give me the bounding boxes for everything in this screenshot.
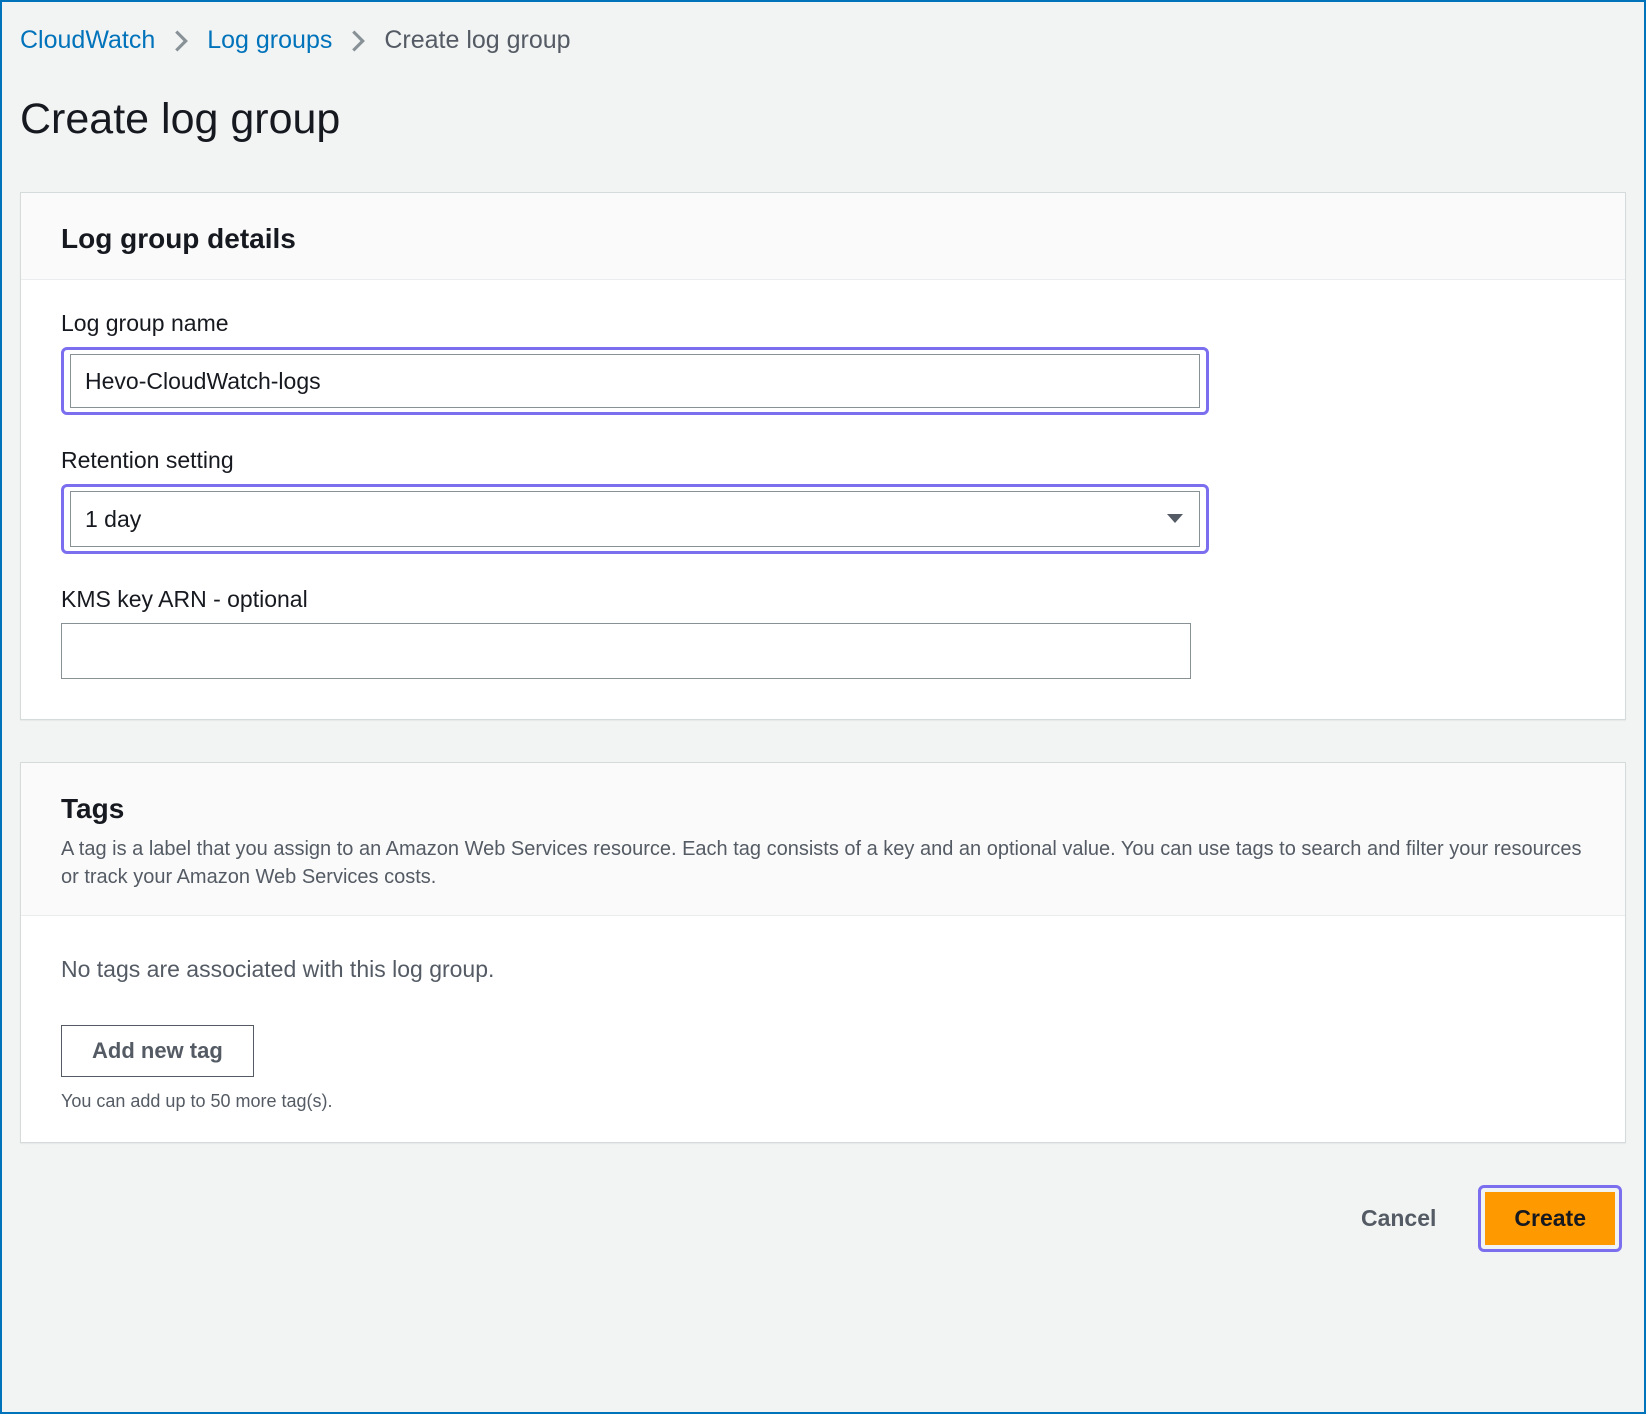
page-title: Create log group	[20, 95, 1626, 144]
kms-key-input[interactable]	[61, 623, 1191, 679]
panel-header: Tags A tag is a label that you assign to…	[21, 763, 1625, 916]
highlight-box: 1 day	[61, 484, 1209, 554]
log-group-name-input[interactable]	[70, 354, 1200, 408]
tags-panel: Tags A tag is a label that you assign to…	[20, 762, 1626, 1143]
cancel-button[interactable]: Cancel	[1343, 1191, 1454, 1246]
log-group-name-label: Log group name	[61, 310, 1585, 337]
details-heading: Log group details	[61, 223, 1585, 255]
create-button[interactable]: Create	[1485, 1192, 1615, 1245]
retention-label: Retention setting	[61, 447, 1585, 474]
retention-select[interactable]: 1 day	[70, 491, 1200, 547]
footer-actions: Cancel Create	[20, 1185, 1626, 1252]
chevron-right-icon	[350, 30, 366, 52]
log-group-details-panel: Log group details Log group name Retenti…	[20, 192, 1626, 720]
chevron-right-icon	[173, 30, 189, 52]
breadcrumb-current: Create log group	[384, 26, 570, 55]
breadcrumb: CloudWatch Log groups Create log group	[20, 26, 1626, 55]
tags-description: A tag is a label that you assign to an A…	[61, 835, 1585, 891]
caret-down-icon	[1165, 512, 1185, 526]
breadcrumb-link-cloudwatch[interactable]: CloudWatch	[20, 26, 155, 55]
add-new-tag-button[interactable]: Add new tag	[61, 1025, 254, 1077]
tags-limit-text: You can add up to 50 more tag(s).	[61, 1091, 1585, 1112]
retention-selected-value: 1 day	[85, 506, 141, 533]
breadcrumb-link-log-groups[interactable]: Log groups	[207, 26, 332, 55]
field-retention-setting: Retention setting 1 day	[61, 447, 1585, 554]
tags-heading: Tags	[61, 793, 1585, 825]
highlight-box	[61, 347, 1209, 415]
tags-empty-text: No tags are associated with this log gro…	[61, 956, 1585, 983]
panel-header: Log group details	[21, 193, 1625, 280]
kms-key-label: KMS key ARN - optional	[61, 586, 1585, 613]
field-log-group-name: Log group name	[61, 310, 1585, 415]
highlight-box: Create	[1478, 1185, 1622, 1252]
field-kms-key: KMS key ARN - optional	[61, 586, 1585, 679]
